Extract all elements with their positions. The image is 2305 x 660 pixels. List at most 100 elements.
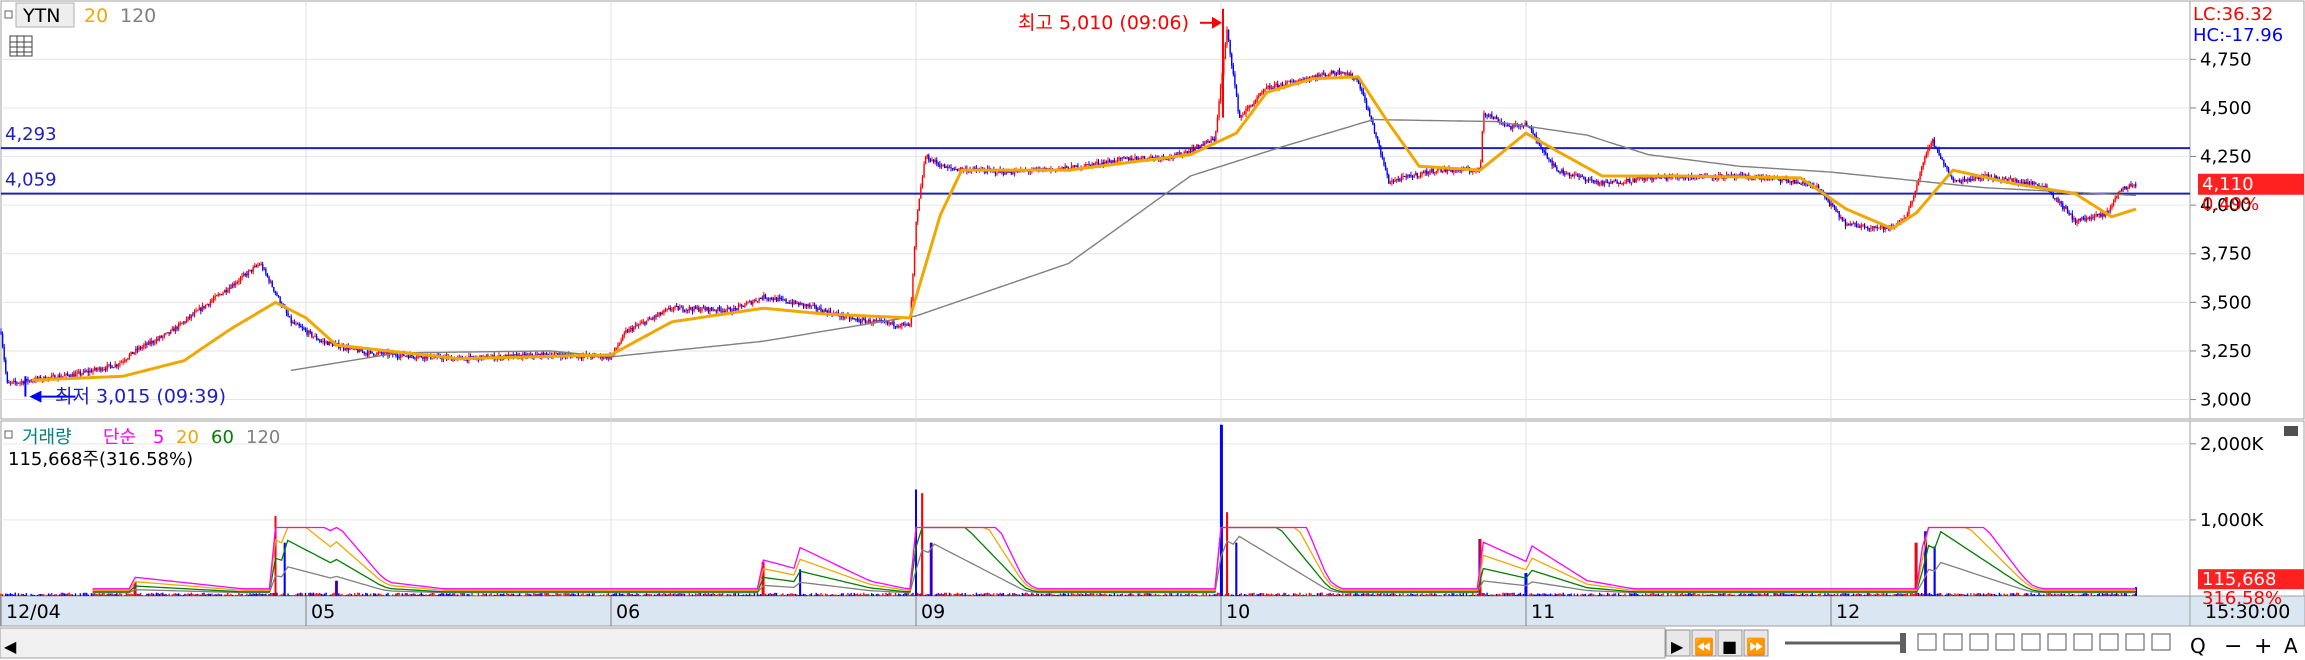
- fast-forward-button[interactable]: ⏩: [1746, 637, 1766, 656]
- volume-bar: [1004, 594, 1006, 596]
- candle-body: [947, 166, 949, 168]
- volume-bar: [143, 595, 145, 596]
- zoom-slider[interactable]: [1785, 633, 1906, 653]
- stop-button[interactable]: ■: [1722, 637, 1737, 656]
- volume-bar: [192, 593, 194, 596]
- candle-body: [19, 382, 21, 384]
- rewind-button[interactable]: ⏪: [1694, 637, 1714, 656]
- volume-bar: [430, 593, 432, 596]
- candle-body: [2096, 214, 2099, 216]
- volume-bar: [1167, 595, 1169, 596]
- candle-body: [90, 370, 93, 373]
- volume-bar: [506, 592, 508, 596]
- price-panel[interactable]: [0, 0, 2191, 420]
- candle-body: [1876, 226, 1878, 228]
- volume-bar: [893, 595, 895, 596]
- volume-bar: [672, 593, 675, 596]
- candle-body: [1429, 171, 1431, 173]
- candle-body: [1432, 168, 1434, 173]
- candle-body: [769, 297, 771, 300]
- candle-body: [1540, 144, 1542, 149]
- volume-bar: [379, 593, 381, 596]
- volume-bar: [839, 594, 841, 596]
- volume-bar: [1002, 592, 1005, 596]
- volume-bar: [721, 593, 724, 596]
- volume-bar: [845, 594, 848, 596]
- volume-bar: [447, 593, 449, 596]
- header-toggle-box[interactable]: [4, 10, 13, 19]
- scrollbar[interactable]: [0, 627, 1666, 659]
- candle-body: [794, 300, 797, 304]
- candle-body: [1416, 173, 1418, 177]
- candle-body: [655, 315, 657, 317]
- candle-body: [1096, 161, 1098, 164]
- candle-body: [1200, 144, 1203, 148]
- volume-bar: [718, 593, 721, 596]
- candle-body: [813, 305, 816, 307]
- candle-body: [325, 341, 327, 343]
- volume-bar: [691, 594, 694, 596]
- volume-bar: [601, 595, 603, 596]
- volume-bar: [152, 593, 154, 596]
- search-tool-icon[interactable]: Q: [2190, 634, 2206, 658]
- candle-body: [1378, 140, 1380, 147]
- candle-body: [249, 269, 251, 271]
- volume-bar: [1346, 593, 1349, 596]
- volume-bar: [217, 593, 219, 596]
- candle-body: [163, 334, 166, 337]
- candle-body: [17, 383, 20, 385]
- volume-bar: [715, 594, 717, 596]
- volume-panel[interactable]: [0, 420, 2191, 597]
- volume-bar: [961, 593, 963, 596]
- volume-bar: [996, 593, 998, 596]
- volume-bar: [585, 594, 587, 596]
- volume-bar: [855, 594, 857, 596]
- candle-body: [139, 347, 142, 349]
- candle-body: [84, 370, 86, 372]
- volume-bar: [2044, 595, 2047, 596]
- candle-body: [1197, 144, 1200, 147]
- play-button[interactable]: ▶: [1671, 637, 1684, 656]
- volume-bar: [2070, 594, 2072, 596]
- volume-bar: [57, 595, 59, 596]
- volume-bar: [315, 593, 318, 596]
- zoom-out-icon[interactable]: −: [2224, 634, 2242, 659]
- volume-close-icon[interactable]: [2284, 426, 2298, 436]
- table-icon[interactable]: [9, 35, 33, 57]
- volume-bar: [1175, 594, 1177, 596]
- volume-bar: [774, 592, 776, 596]
- volume-bar: [647, 593, 649, 596]
- candle-body: [1338, 70, 1341, 74]
- candle-body: [902, 323, 905, 325]
- volume-bar: [1756, 594, 1758, 596]
- volume-bar: [1632, 593, 1634, 596]
- volume-bar: [610, 594, 613, 596]
- candle-body: [1143, 156, 1146, 159]
- volume-bar: [124, 595, 126, 596]
- volume-bar: [1357, 594, 1360, 596]
- candle-body: [1494, 117, 1496, 119]
- candle-body: [1922, 162, 1924, 168]
- volume-bar: [1462, 592, 1464, 596]
- candle-body: [2081, 217, 2083, 220]
- volume-bar: [748, 593, 751, 596]
- volume-bar: [1721, 593, 1723, 596]
- volume-bar: [1936, 593, 1939, 596]
- volume-bar: [1437, 595, 1439, 596]
- candle-body: [108, 364, 110, 366]
- candle-body: [1936, 147, 1939, 150]
- volume-bar: [73, 595, 75, 596]
- volume-bar: [1080, 593, 1082, 596]
- volume-bar: [455, 594, 457, 596]
- zoom-in-icon[interactable]: +: [2254, 634, 2272, 659]
- candle-body: [2089, 217, 2091, 219]
- volume-bar: [304, 592, 307, 596]
- x-axis-label: 09: [921, 601, 945, 623]
- font-tool-icon[interactable]: A: [2284, 634, 2298, 658]
- candle-body: [696, 307, 698, 309]
- candle-body: [230, 287, 232, 289]
- volume-toggle-box[interactable]: [4, 430, 13, 439]
- candle-body: [1683, 177, 1685, 179]
- candle-body: [1127, 157, 1130, 161]
- scroll-left-button[interactable]: ◀: [4, 637, 17, 656]
